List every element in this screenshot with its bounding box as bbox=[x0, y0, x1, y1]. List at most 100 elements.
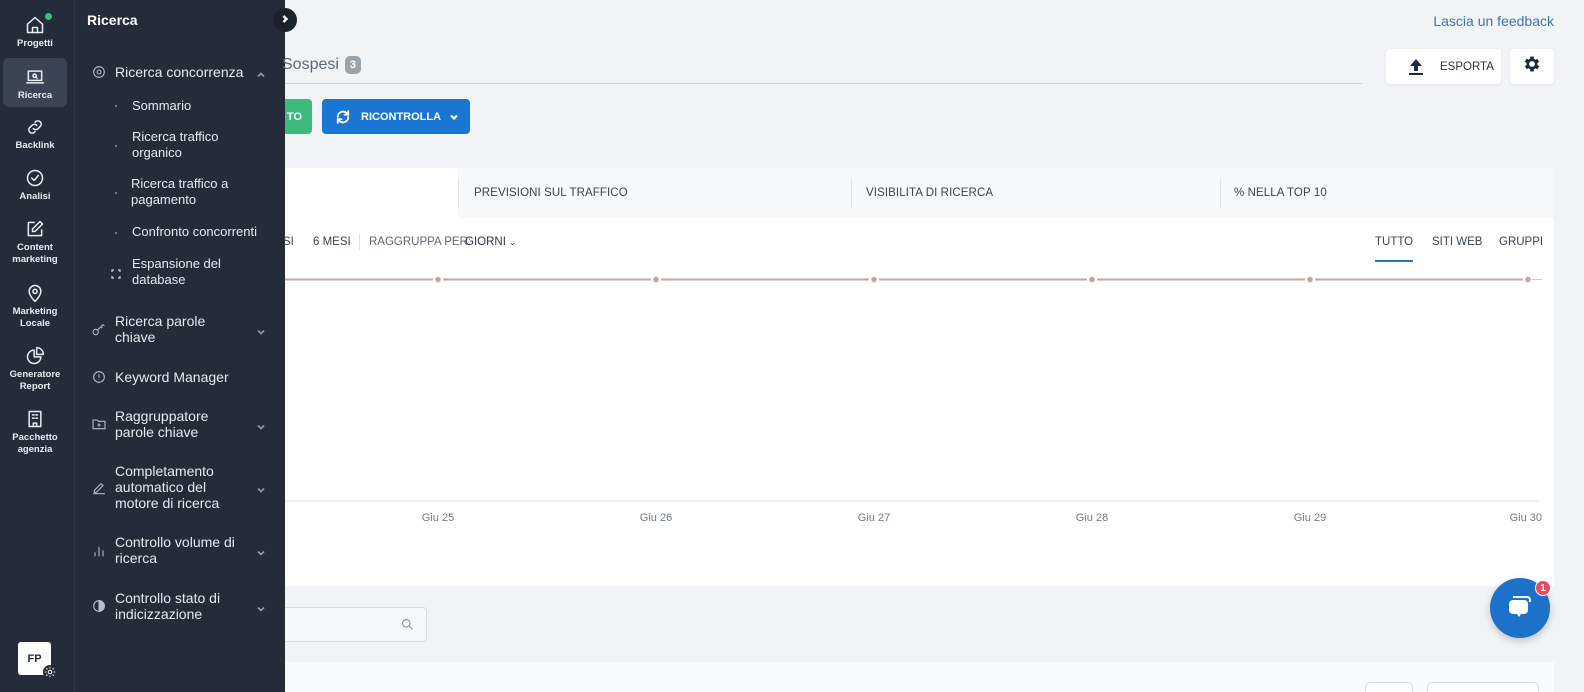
nav-group-ricerca-parole-chiave[interactable]: Ricerca parole chiave bbox=[75, 313, 285, 347]
export-button[interactable]: ESPORTA bbox=[1386, 49, 1501, 84]
chevron-right-icon bbox=[280, 11, 290, 29]
range-option-partial[interactable]: SI bbox=[283, 236, 294, 248]
panel-toggle-button[interactable] bbox=[273, 8, 297, 32]
x-tick-label: Giu 27 bbox=[858, 512, 890, 524]
ricerca-panel: Ricerca Ricerca concorrenza Sommario Ric… bbox=[75, 0, 285, 692]
rail-label: Pacchetto agenzia bbox=[12, 432, 58, 455]
icon-rail: Progetti Ricerca Backlink Analisi Conten… bbox=[0, 0, 75, 692]
chevron-down-icon bbox=[256, 324, 266, 335]
range-option-6-mesi[interactable]: 6 MESI bbox=[313, 236, 351, 248]
settings-gear-icon bbox=[43, 665, 57, 679]
data-point[interactable] bbox=[653, 276, 659, 283]
tab-sospesi[interactable]: Sospesi 3 bbox=[282, 56, 361, 74]
view-tab-gruppi[interactable]: GRUPPI bbox=[1499, 236, 1543, 248]
nav-group-controllo-volume[interactable]: Controllo volume di ricerca bbox=[75, 534, 285, 568]
sub-item-espansione-database[interactable]: Espansione del database bbox=[75, 256, 285, 290]
sub-item-ricerca-traffico-pagamento[interactable]: Ricerca traffico a pagamento bbox=[75, 176, 285, 210]
nav-group-controllo-indicizzazione[interactable]: Controllo stato di indicizzazione bbox=[75, 590, 285, 624]
nav-group-keyword-manager[interactable]: Keyword Manager bbox=[75, 368, 285, 386]
sub-item-label: Confronto concorrenti bbox=[132, 224, 258, 239]
metric-tab-label: % NELLA TOP 10 bbox=[1234, 187, 1327, 199]
building-icon bbox=[25, 409, 45, 429]
data-point[interactable] bbox=[1525, 276, 1531, 283]
count-badge: 3 bbox=[344, 56, 361, 74]
recheck-button[interactable]: RICONTROLLA bbox=[322, 99, 470, 134]
chevron-down-icon bbox=[256, 601, 266, 612]
group-by-dropdown[interactable]: GIORNI ⌄ bbox=[465, 236, 516, 248]
key-icon bbox=[91, 322, 107, 338]
pencil-icon bbox=[91, 479, 107, 495]
nav-group-label: Keyword Manager bbox=[115, 369, 229, 385]
link-icon bbox=[25, 117, 45, 137]
sub-item-confronto-concorrenti[interactable]: Confronto concorrenti bbox=[75, 224, 285, 242]
rail-label: Ricerca bbox=[17, 90, 53, 101]
metric-tabs: PREVISIONI SUL TRAFFICO VISIBILITA DI RI… bbox=[285, 168, 1554, 218]
notification-dot bbox=[45, 13, 52, 20]
table-action-button[interactable] bbox=[1427, 682, 1539, 692]
rail-item-progetti[interactable]: Progetti bbox=[3, 6, 67, 55]
sub-item-label: Espansione del database bbox=[132, 256, 221, 287]
sub-item-sommario[interactable]: Sommario bbox=[75, 97, 285, 115]
upload-icon bbox=[1408, 58, 1424, 76]
feedback-link[interactable]: Lascia un feedback bbox=[1433, 13, 1554, 29]
sub-item-ricerca-traffico-organico[interactable]: Ricerca traffico organico bbox=[75, 129, 285, 163]
tab-label: Sospesi bbox=[282, 56, 339, 73]
nav-group-label: Raggruppatore parole chiave bbox=[115, 408, 209, 440]
chevron-down-icon bbox=[449, 112, 459, 122]
chat-bubble-icon bbox=[1505, 591, 1535, 626]
rail-label: Progetti bbox=[17, 38, 53, 49]
chart-controls: SI 6 MESI RAGGRUPPA PER: GIORNI ⌄ TUTTO … bbox=[283, 234, 1554, 262]
bar-chart-icon bbox=[91, 543, 107, 559]
view-tab-siti-web[interactable]: SITI WEB bbox=[1432, 236, 1482, 248]
group-by-label: RAGGRUPPA PER: bbox=[369, 236, 472, 248]
chat-notification-badge: 1 bbox=[1535, 580, 1551, 596]
data-point[interactable] bbox=[1307, 276, 1313, 283]
export-label: ESPORTA bbox=[1440, 60, 1494, 73]
rail-item-ricerca[interactable]: Ricerca bbox=[3, 58, 67, 107]
controls-separator bbox=[359, 234, 360, 250]
nav-group-completamento-automatico[interactable]: Completamento automatico del motore di r… bbox=[75, 463, 285, 513]
info-circle-icon bbox=[91, 369, 107, 385]
chevron-down-icon: ⌄ bbox=[509, 238, 516, 247]
map-pin-icon bbox=[25, 283, 45, 303]
target-icon bbox=[91, 64, 107, 80]
metric-tab-active[interactable] bbox=[285, 168, 458, 218]
settings-button[interactable] bbox=[1510, 49, 1554, 84]
rail-item-content-marketing[interactable]: Content marketing bbox=[3, 219, 67, 267]
metric-tab-label: PREVISIONI SUL TRAFFICO bbox=[474, 187, 628, 199]
data-point[interactable] bbox=[1089, 276, 1095, 283]
green-action-button[interactable]: TO bbox=[285, 99, 312, 134]
nav-group-raggruppatore[interactable]: Raggruppatore parole chiave bbox=[75, 408, 285, 442]
metric-tab-label: VISIBILITA DI RICERCA bbox=[866, 187, 994, 199]
table-action-button[interactable] bbox=[1365, 682, 1413, 692]
chevron-down-icon bbox=[256, 545, 266, 556]
rail-label: Backlink bbox=[15, 140, 55, 151]
data-point[interactable] bbox=[435, 276, 441, 283]
metric-tab-previsioni-traffico[interactable]: PREVISIONI SUL TRAFFICO bbox=[458, 168, 851, 218]
half-circle-icon bbox=[91, 598, 107, 614]
nav-group-label: Ricerca parole chiave bbox=[115, 313, 206, 345]
nav-group-label: Controllo stato di indicizzazione bbox=[115, 590, 221, 622]
rail-item-pacchetto-agenzia[interactable]: Pacchetto agenzia bbox=[3, 409, 67, 457]
rail-label: Content marketing bbox=[12, 242, 58, 265]
search-icon bbox=[400, 617, 415, 632]
rail-item-marketing-locale[interactable]: Marketing Locale bbox=[3, 283, 67, 331]
rail-item-backlink[interactable]: Backlink bbox=[3, 117, 67, 153]
search-field[interactable] bbox=[285, 607, 427, 642]
bullet-icon bbox=[115, 105, 117, 107]
rail-label: Analisi bbox=[19, 191, 51, 202]
user-avatar[interactable]: FP bbox=[18, 642, 57, 679]
search-input[interactable] bbox=[285, 608, 395, 640]
x-tick-label: Giu 29 bbox=[1294, 512, 1326, 524]
rail-item-generatore-report[interactable]: Generatore Report bbox=[3, 346, 67, 394]
metric-tab-visibilita-ricerca[interactable]: VISIBILITA DI RICERCA bbox=[851, 168, 1220, 218]
rail-item-analisi[interactable]: Analisi bbox=[3, 168, 67, 204]
tabs-divider bbox=[285, 83, 1362, 84]
x-tick-label: Giu 26 bbox=[640, 512, 672, 524]
metric-tab-top10[interactable]: % NELLA TOP 10 bbox=[1220, 168, 1554, 218]
tab-separator bbox=[851, 178, 852, 208]
nav-group-ricerca-concorrenza[interactable]: Ricerca concorrenza bbox=[75, 63, 285, 81]
data-point[interactable] bbox=[871, 276, 877, 283]
view-tab-tutto[interactable]: TUTTO bbox=[1375, 236, 1414, 262]
bullet-icon bbox=[115, 232, 117, 234]
